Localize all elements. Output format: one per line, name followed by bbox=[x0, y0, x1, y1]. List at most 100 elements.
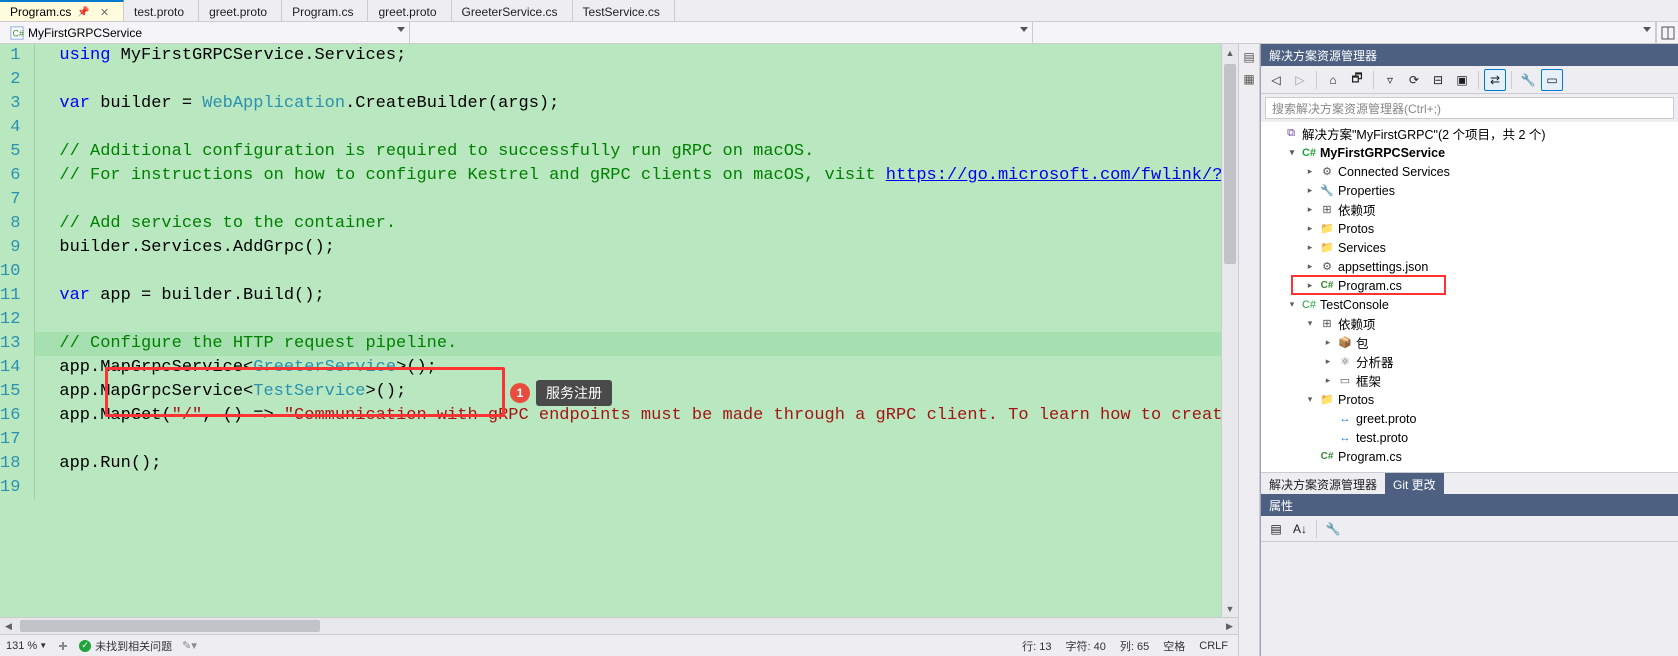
tree-item[interactable]: ▸⚙Connected Services bbox=[1261, 162, 1678, 181]
forward-button[interactable]: ▷ bbox=[1289, 69, 1311, 91]
expander-icon[interactable]: ▾ bbox=[1286, 299, 1298, 310]
editor-vertical-scrollbar[interactable]: ▲ ▼ bbox=[1221, 44, 1238, 617]
code-line[interactable]: // Configure the HTTP request pipeline. bbox=[35, 332, 1238, 356]
tree-item[interactable]: ▸⚙appsettings.json bbox=[1261, 257, 1678, 276]
tree-item[interactable]: ▸⊞依赖项 bbox=[1261, 200, 1678, 219]
properties-title: 属性 bbox=[1261, 494, 1678, 516]
scroll-up-arrow[interactable]: ▲ bbox=[1222, 44, 1238, 61]
code-line[interactable]: var builder = WebApplication.CreateBuild… bbox=[35, 92, 1238, 116]
tool-well-button[interactable]: ▦ bbox=[1240, 70, 1258, 88]
document-tab[interactable]: test.proto bbox=[124, 0, 199, 21]
tree-item[interactable]: ⧉解决方案"MyFirstGRPC"(2 个项目，共 2 个) bbox=[1261, 124, 1678, 143]
tree-item[interactable]: C#Program.cs bbox=[1261, 447, 1678, 466]
tree-item[interactable]: ▾📁Protos bbox=[1261, 390, 1678, 409]
close-icon[interactable]: ✕ bbox=[100, 6, 109, 19]
expander-icon[interactable]: ▸ bbox=[1304, 223, 1316, 234]
switch-views-button[interactable]: 🗗 bbox=[1346, 69, 1368, 91]
code-line[interactable]: app.MapGrpcService<TestService>(); bbox=[35, 380, 1238, 404]
expander-icon[interactable]: ▸ bbox=[1304, 204, 1316, 215]
tree-item[interactable]: ▸📁Services bbox=[1261, 238, 1678, 257]
expander-icon[interactable]: ▾ bbox=[1286, 147, 1298, 158]
expander-icon[interactable]: ▸ bbox=[1322, 375, 1334, 386]
expander-icon[interactable]: ▸ bbox=[1322, 337, 1334, 348]
preview-button[interactable]: ▭ bbox=[1541, 69, 1563, 91]
document-tab[interactable]: Program.cs📌✕ bbox=[0, 0, 124, 21]
scroll-down-arrow[interactable]: ▼ bbox=[1222, 600, 1238, 617]
line-ending[interactable]: CRLF bbox=[1199, 640, 1228, 652]
expander-icon[interactable]: ▸ bbox=[1304, 185, 1316, 196]
properties-button[interactable]: 🔧 bbox=[1517, 69, 1539, 91]
tree-item[interactable]: ▸📦包 bbox=[1261, 333, 1678, 352]
code-line[interactable]: app.Run(); bbox=[35, 452, 1238, 476]
document-tab[interactable]: GreeterService.cs bbox=[452, 0, 573, 21]
tree-item[interactable]: ▾C#TestConsole bbox=[1261, 295, 1678, 314]
code-line[interactable]: // For instructions on how to configure … bbox=[35, 164, 1238, 188]
code-line[interactable] bbox=[35, 428, 1238, 452]
scroll-right-arrow[interactable]: ▶ bbox=[1221, 618, 1238, 634]
scroll-thumb[interactable] bbox=[1224, 64, 1236, 264]
tree-item[interactable]: ▾⊞依赖项 bbox=[1261, 314, 1678, 333]
sync-button[interactable]: ⟳ bbox=[1403, 69, 1425, 91]
tree-item[interactable]: ▸📁Protos bbox=[1261, 219, 1678, 238]
code-line[interactable]: // Add services to the container. bbox=[35, 212, 1238, 236]
tree-item[interactable]: ↔test.proto bbox=[1261, 428, 1678, 447]
document-tab[interactable]: Program.cs bbox=[282, 0, 368, 21]
zoom-level[interactable]: 131 % ▼ bbox=[6, 640, 47, 652]
expander-icon[interactable]: ▾ bbox=[1304, 394, 1316, 405]
code-line[interactable] bbox=[35, 116, 1238, 140]
issues-indicator[interactable]: ✓ 未找到相关问题 bbox=[79, 638, 172, 654]
panel-tab[interactable]: Git 更改 bbox=[1385, 473, 1444, 494]
tree-item[interactable]: ▸▭框架 bbox=[1261, 371, 1678, 390]
code-line[interactable]: // Additional configuration is required … bbox=[35, 140, 1238, 164]
code-line[interactable] bbox=[35, 476, 1238, 500]
expander-icon[interactable]: ▸ bbox=[1304, 242, 1316, 253]
track-active-item-button[interactable]: ⇄ bbox=[1484, 69, 1506, 91]
panel-tab[interactable]: 解决方案资源管理器 bbox=[1261, 473, 1385, 494]
alphabetical-button[interactable]: A↓ bbox=[1289, 518, 1311, 540]
document-tab[interactable]: greet.proto bbox=[368, 0, 451, 21]
home-button[interactable]: ⌂ bbox=[1322, 69, 1344, 91]
expander-icon[interactable]: ▸ bbox=[1304, 166, 1316, 177]
code-area[interactable]: 1using MyFirstGRPCService.Services;2 3va… bbox=[0, 44, 1238, 617]
scroll-thumb[interactable] bbox=[20, 620, 320, 632]
nav-scope-dropdown[interactable]: C# MyFirstGRPCService bbox=[0, 22, 410, 43]
tree-item[interactable]: ▸🔧Properties bbox=[1261, 181, 1678, 200]
property-pages-button[interactable]: 🔧 bbox=[1322, 518, 1344, 540]
screwdriver-icon[interactable]: ✎▾ bbox=[182, 639, 197, 652]
code-line[interactable]: builder.Services.AddGrpc(); bbox=[35, 236, 1238, 260]
editor-horizontal-scrollbar[interactable]: ◀ ▶ bbox=[0, 617, 1238, 634]
document-tab[interactable]: TestService.cs bbox=[573, 0, 675, 21]
code-line[interactable] bbox=[35, 188, 1238, 212]
tree-item[interactable]: ↔greet.proto bbox=[1261, 409, 1678, 428]
expander-icon[interactable]: ▸ bbox=[1304, 280, 1316, 291]
code-line[interactable] bbox=[35, 308, 1238, 332]
indent-mode[interactable]: 空格 bbox=[1163, 638, 1185, 654]
tree-item[interactable]: ▸C#Program.cs bbox=[1261, 276, 1678, 295]
code-line[interactable] bbox=[35, 68, 1238, 92]
expander-icon[interactable]: ▸ bbox=[1322, 356, 1334, 367]
tree-item[interactable]: ▾C#MyFirstGRPCService bbox=[1261, 143, 1678, 162]
solution-search-input[interactable]: 搜索解决方案资源管理器(Ctrl+;) bbox=[1265, 97, 1674, 119]
health-indicator-icon[interactable] bbox=[57, 640, 69, 652]
back-button[interactable]: ◁ bbox=[1265, 69, 1287, 91]
code-line[interactable]: app.MapGrpcService<GreeterService>(); bbox=[35, 356, 1238, 380]
code-line[interactable]: using MyFirstGRPCService.Services; bbox=[35, 44, 1238, 68]
expander-icon[interactable]: ▾ bbox=[1304, 318, 1316, 329]
document-tab[interactable]: greet.proto bbox=[199, 0, 282, 21]
split-editor-button[interactable] bbox=[1656, 22, 1678, 43]
show-all-files-button[interactable]: ▣ bbox=[1451, 69, 1473, 91]
solution-tree[interactable]: ⧉解决方案"MyFirstGRPC"(2 个项目，共 2 个)▾C#MyFirs… bbox=[1261, 122, 1678, 472]
categorized-button[interactable]: ▤ bbox=[1265, 518, 1287, 540]
expander-icon[interactable]: ▸ bbox=[1304, 261, 1316, 272]
pin-icon[interactable]: 📌 bbox=[77, 7, 89, 18]
tool-well-button[interactable]: ▤ bbox=[1240, 48, 1258, 66]
nav-member-dropdown[interactable] bbox=[1033, 22, 1656, 43]
nav-type-dropdown[interactable] bbox=[410, 22, 1033, 43]
tree-item[interactable]: ▸⚛分析器 bbox=[1261, 352, 1678, 371]
scroll-left-arrow[interactable]: ◀ bbox=[0, 618, 17, 634]
filter-button[interactable]: ▿ bbox=[1379, 69, 1401, 91]
code-line[interactable]: app.MapGet("/", () => "Communication wit… bbox=[35, 404, 1238, 428]
code-line[interactable]: var app = builder.Build(); bbox=[35, 284, 1238, 308]
code-line[interactable] bbox=[35, 260, 1238, 284]
collapse-all-button[interactable]: ⊟ bbox=[1427, 69, 1449, 91]
